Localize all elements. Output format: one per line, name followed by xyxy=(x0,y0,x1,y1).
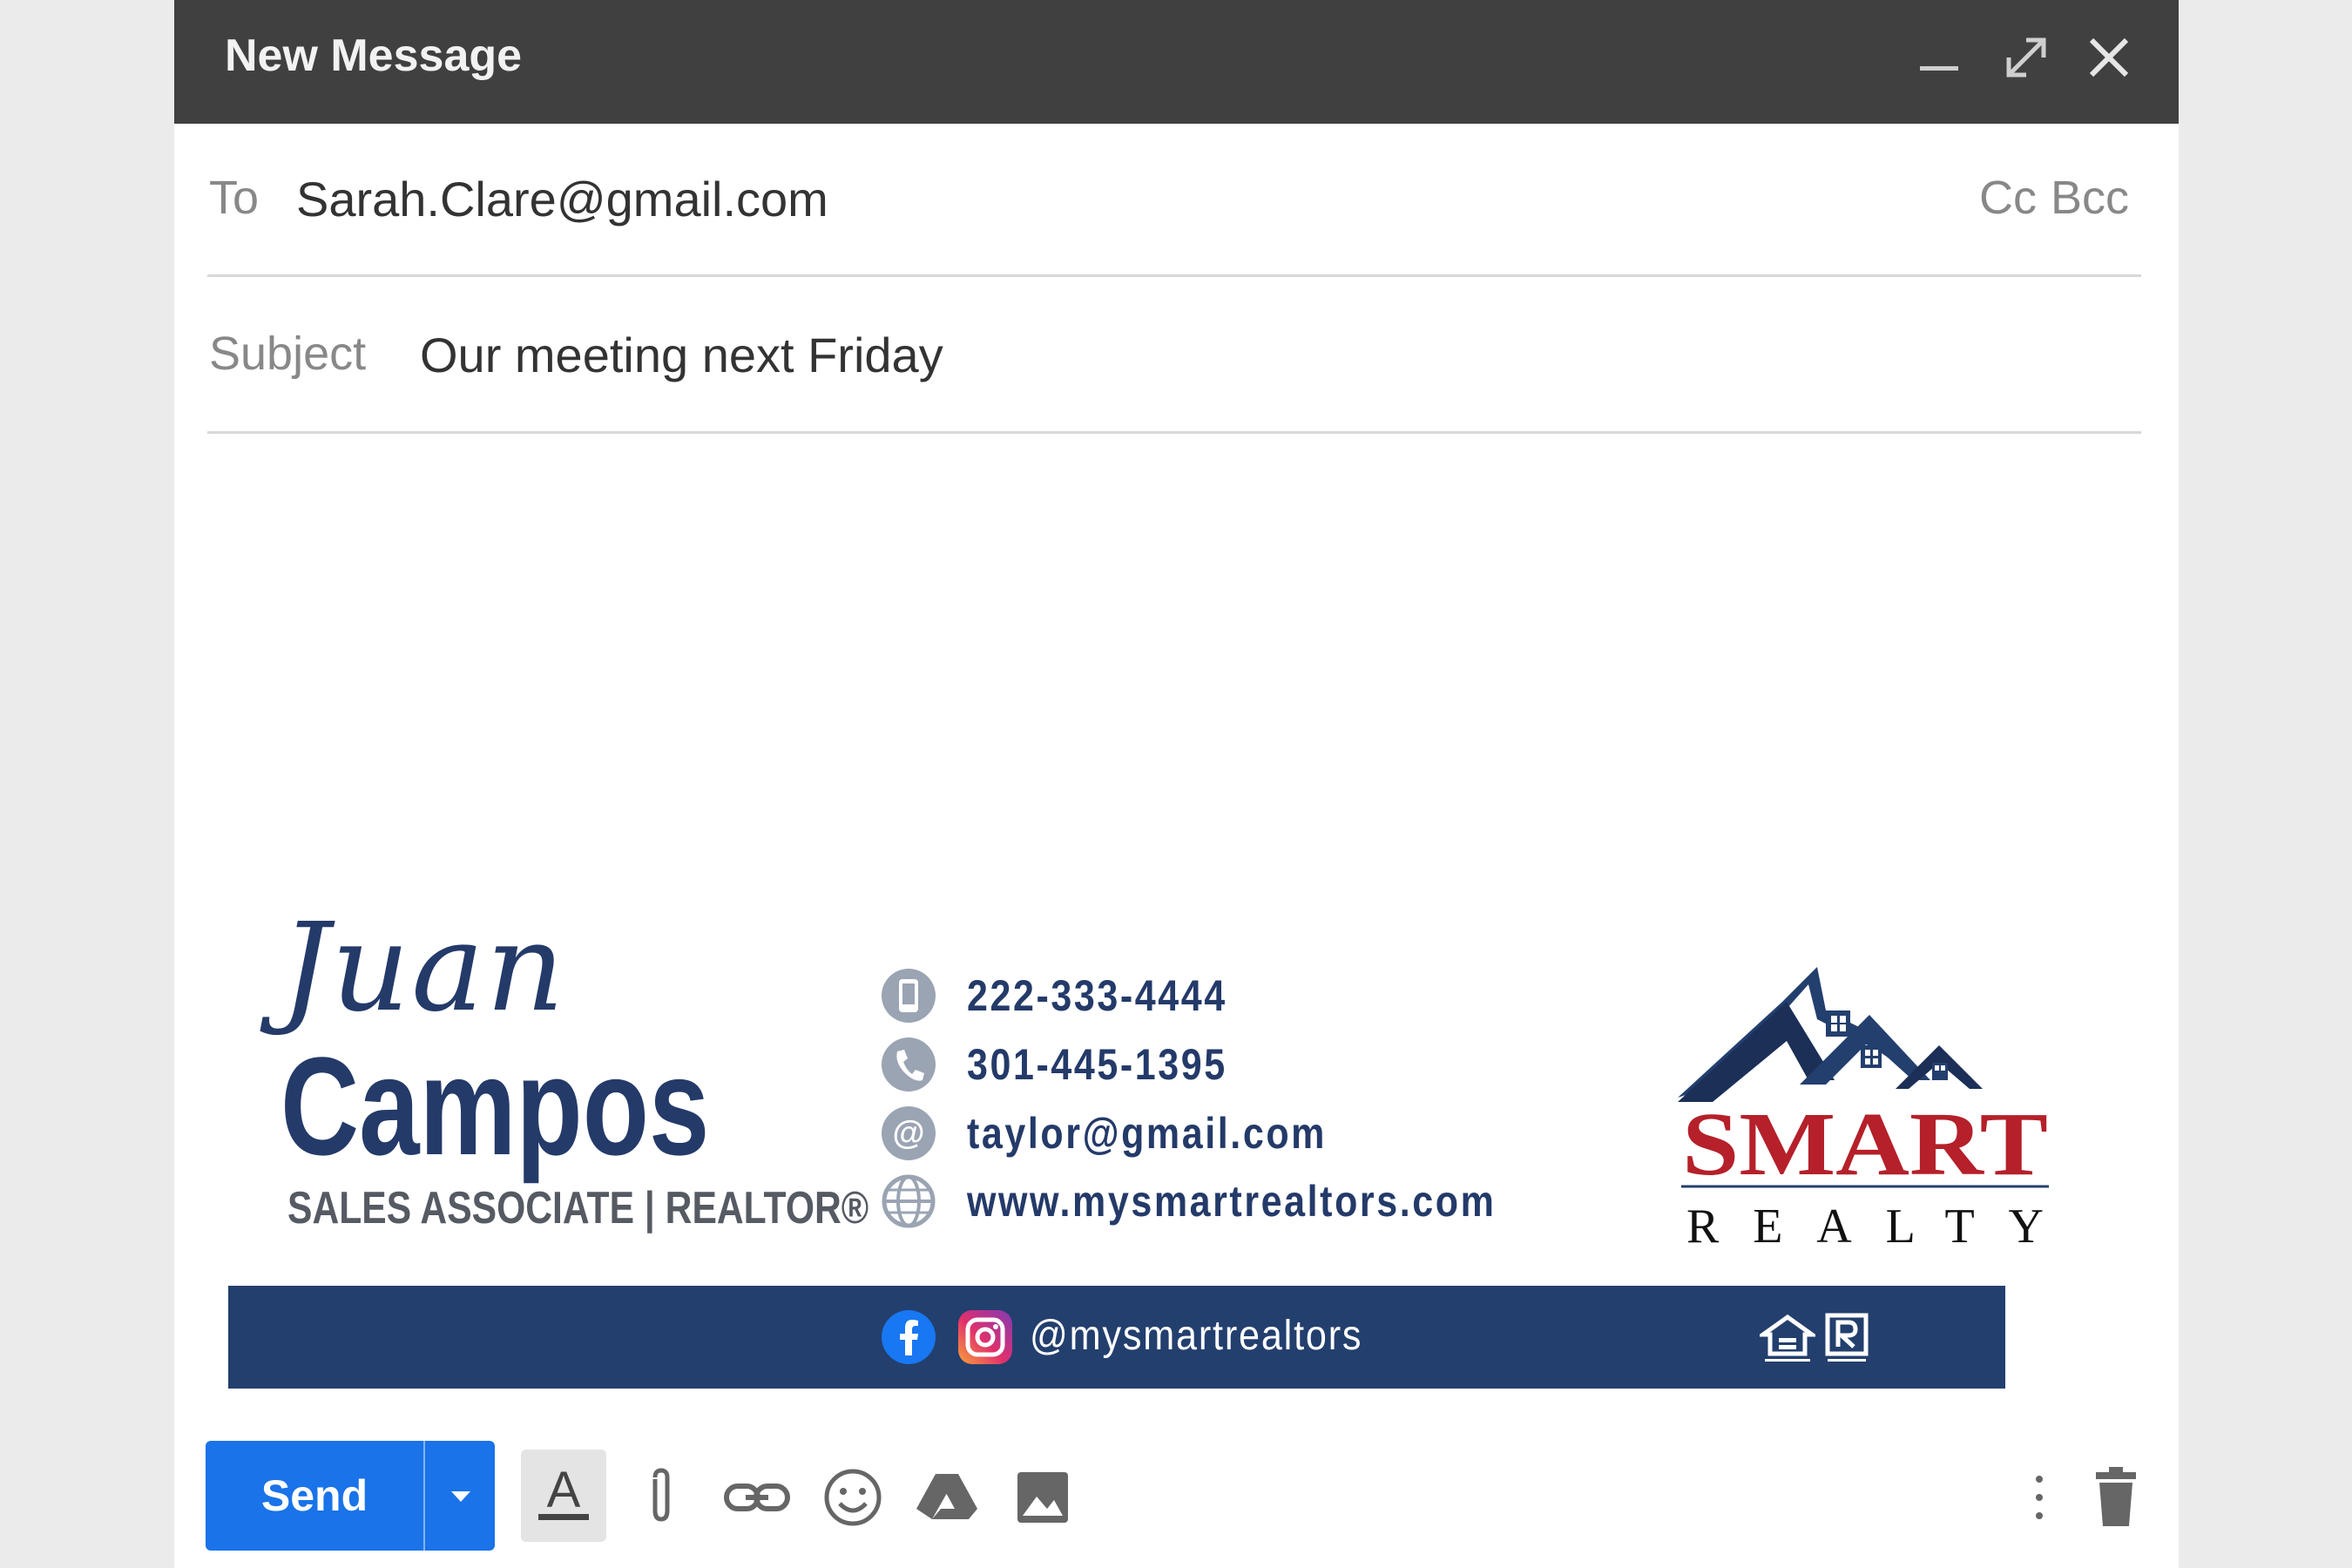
compose-toolbar: Send A xyxy=(206,1441,2148,1551)
formatting-options-icon[interactable]: A xyxy=(521,1450,606,1542)
subject-field[interactable]: Subject Our meeting next Friday xyxy=(207,283,2141,434)
at-sign-icon: @ xyxy=(882,1106,936,1160)
attach-file-icon[interactable] xyxy=(624,1460,699,1535)
logo-realty-text: REALTY xyxy=(1686,1200,2044,1254)
contact-mobile-text: 222-333-4444 xyxy=(967,971,1227,1020)
chevron-down-icon xyxy=(451,1491,470,1502)
realtor-r-icon xyxy=(1825,1313,1869,1362)
contact-mobile: 222-333-4444 xyxy=(880,967,1269,1024)
to-field[interactable]: To Sarah.Clare@gmail.com Cc Bcc xyxy=(207,131,2141,277)
signature-last-name: Campos xyxy=(280,1028,710,1184)
phone-icon xyxy=(882,1037,936,1092)
smart-realty-logo: SMART REALTY xyxy=(1678,967,2049,1254)
signature-role: SALES ASSOCIATE | REALTOR® xyxy=(287,1183,869,1233)
email-signature: Juan Campos SALES ASSOCIATE | REALTOR® 2… xyxy=(228,897,2049,1390)
contact-email-text[interactable]: taylor@gmail.com xyxy=(967,1108,1327,1159)
expand-icon[interactable] xyxy=(1995,26,2058,89)
mobile-phone-icon xyxy=(882,969,936,1023)
social-handle: @mysmartrealtors xyxy=(1030,1313,1363,1359)
subject-label: Subject xyxy=(209,328,367,380)
more-options-icon[interactable] xyxy=(2017,1460,2061,1535)
facebook-icon[interactable] xyxy=(882,1310,936,1364)
contact-phone-text: 301-445-1395 xyxy=(967,1040,1227,1089)
to-label: To xyxy=(209,172,260,224)
instagram-icon[interactable] xyxy=(958,1310,1012,1364)
logo-smart-text: SMART xyxy=(1682,1094,2048,1194)
equal-housing-icon xyxy=(1760,1314,1815,1362)
bcc-link[interactable]: Bcc xyxy=(2051,172,2129,224)
send-options-button[interactable] xyxy=(423,1441,495,1551)
insert-emoji-icon[interactable] xyxy=(815,1460,890,1535)
subject-input[interactable]: Our meeting next Friday xyxy=(420,327,943,383)
window-title: New Message xyxy=(225,30,523,81)
signature-first-name: Juan xyxy=(280,897,566,1039)
send-button[interactable]: Send xyxy=(206,1441,495,1551)
send-label: Send xyxy=(260,1471,368,1520)
contact-website: www.mysmartrealtors.com xyxy=(880,1173,1582,1230)
social-bar: @mysmartrealtors xyxy=(228,1286,2005,1389)
cc-bcc-links: Cc Bcc xyxy=(1965,171,2129,225)
cc-link[interactable]: Cc xyxy=(1979,172,2037,224)
globe-icon xyxy=(882,1174,936,1228)
message-body[interactable] xyxy=(207,436,2141,871)
compose-window: New Message To Sarah.Clare@gmail.com Cc B… xyxy=(174,0,2179,1568)
contact-phone: 301-445-1395 xyxy=(880,1036,1269,1093)
svg-text:@: @ xyxy=(892,1115,924,1152)
close-icon[interactable] xyxy=(2078,26,2140,89)
insert-link-icon[interactable] xyxy=(720,1460,794,1535)
svg-text:A: A xyxy=(547,1462,581,1518)
contact-website-text[interactable]: www.mysmartrealtors.com xyxy=(967,1176,1496,1227)
contact-email: @ taylor@gmail.com xyxy=(880,1105,1385,1162)
insert-photo-icon[interactable] xyxy=(1005,1460,1080,1535)
google-drive-icon[interactable] xyxy=(909,1460,984,1535)
minimize-icon[interactable] xyxy=(1908,26,1970,89)
discard-draft-icon[interactable] xyxy=(2078,1460,2153,1535)
compose-titlebar[interactable]: New Message xyxy=(174,0,2179,124)
to-input[interactable]: Sarah.Clare@gmail.com xyxy=(296,171,828,227)
